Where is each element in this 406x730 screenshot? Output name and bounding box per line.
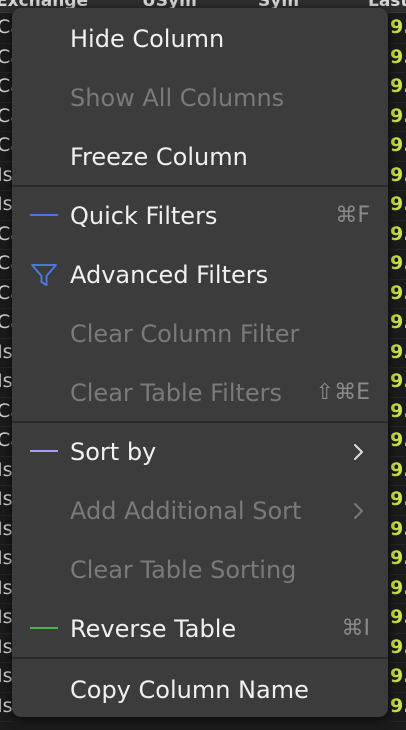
menu-separator <box>12 657 388 659</box>
menu-item-label: Advanced Filters <box>70 261 269 289</box>
menu-item-label: Clear Column Filter <box>70 320 300 348</box>
table-cell[interactable]: 9. <box>390 515 406 545</box>
menu-item-copy-column-name[interactable]: Copy Column Name <box>12 669 388 709</box>
table-cell[interactable]: 9. <box>390 102 406 132</box>
menu-item-label: Clear Table Sorting <box>70 556 297 584</box>
chevron-right-icon <box>354 503 363 519</box>
line-icon <box>30 627 58 629</box>
table-cell[interactable]: 9. <box>390 43 406 73</box>
table-cell[interactable]: Is <box>0 190 13 221</box>
table-cell[interactable]: 9. <box>390 220 406 250</box>
menu-item-label: Show All Columns <box>70 84 285 112</box>
menu-item-clear-table-sorting: Clear Table Sorting <box>12 549 388 589</box>
menu-item-label: Copy Column Name <box>70 676 309 704</box>
table-cell[interactable]: 9. <box>390 367 406 398</box>
menu-item-label: Sort by <box>70 438 157 466</box>
table-cell[interactable]: Is <box>0 692 13 722</box>
menu-item-hide-column[interactable]: Hide Column <box>12 18 388 58</box>
table-cell[interactable]: 9. <box>390 161 406 191</box>
menu-item-clear-table-filters: Clear Table Filters ⇧⌘E <box>12 372 388 412</box>
table-cell[interactable]: 9. <box>390 544 406 575</box>
menu-item-label: Clear Table Filters <box>70 379 283 407</box>
table-cell[interactable]: 9. <box>390 190 406 221</box>
line-icon <box>30 450 58 452</box>
table-cell[interactable]: 9. <box>390 426 406 457</box>
table-cell[interactable]: Is <box>0 161 13 191</box>
table-cell[interactable]: 9. <box>390 249 406 280</box>
table-cell[interactable]: 9. <box>390 485 406 516</box>
table-cell[interactable]: 9. <box>390 603 406 634</box>
menu-separator <box>12 185 388 187</box>
table-cell[interactable]: 9. <box>390 72 406 103</box>
shortcut-label: ⌘F <box>335 203 370 228</box>
table-cell[interactable]: 9. <box>390 397 406 427</box>
menu-item-label: Quick Filters <box>70 202 218 230</box>
menu-item-label: Freeze Column <box>70 143 248 171</box>
menu-item-label: Reverse Table <box>70 615 237 643</box>
context-menu: Hide Column Show All Columns Freeze Colu… <box>12 8 388 717</box>
table-cell[interactable]: Is <box>0 633 13 663</box>
menu-item-freeze-column[interactable]: Freeze Column <box>12 136 388 176</box>
table-cell[interactable]: 9. <box>390 131 406 162</box>
table-cell[interactable]: Is <box>0 603 13 634</box>
table-cell[interactable]: Is <box>0 662 13 693</box>
table-cell[interactable]: Is <box>0 367 13 398</box>
menu-item-add-additional-sort: Add Additional Sort <box>12 490 388 530</box>
shortcut-label: ⇧⌘E <box>315 380 370 405</box>
funnel-icon <box>31 264 57 286</box>
menu-item-label: Hide Column <box>70 25 225 53</box>
table-cell[interactable]: 9. <box>390 338 406 368</box>
table-cell[interactable]: 9. <box>390 633 406 663</box>
table-cell[interactable]: 9. <box>390 574 406 604</box>
menu-item-advanced-filters[interactable]: Advanced Filters <box>12 254 388 294</box>
menu-item-show-all-columns: Show All Columns <box>12 77 388 117</box>
table-cell[interactable]: Is <box>0 338 13 368</box>
table-cell[interactable]: Is <box>0 574 13 604</box>
line-icon <box>30 214 58 216</box>
menu-separator <box>12 421 388 423</box>
table-cell[interactable]: Is <box>0 485 13 516</box>
table-cell[interactable]: Is <box>0 515 13 545</box>
chevron-right-icon <box>354 444 363 460</box>
menu-item-clear-column-filter: Clear Column Filter <box>12 313 388 353</box>
menu-item-reverse-table[interactable]: Reverse Table ⌘I <box>12 608 388 648</box>
table-column-last: 9.9.9.9.9.9.9.9.9.9.9.9.9.9.9.9.9.9.9.9.… <box>388 13 406 730</box>
table-cell[interactable]: 9. <box>390 13 406 44</box>
menu-item-sort-by[interactable]: Sort by <box>12 431 388 471</box>
table-cell[interactable]: 9. <box>390 456 406 486</box>
table-cell[interactable]: 9. <box>390 308 406 339</box>
table-cell[interactable]: 9. <box>390 692 406 722</box>
shortcut-label: ⌘I <box>341 616 371 641</box>
table-cell[interactable]: 9. <box>390 279 406 309</box>
table-cell[interactable]: 9. <box>390 662 406 693</box>
menu-item-label: Add Additional Sort <box>70 497 302 525</box>
table-cell[interactable]: Is <box>0 544 13 575</box>
table-cell[interactable]: Is <box>0 456 13 486</box>
menu-item-quick-filters[interactable]: Quick Filters ⌘F <box>12 195 388 235</box>
